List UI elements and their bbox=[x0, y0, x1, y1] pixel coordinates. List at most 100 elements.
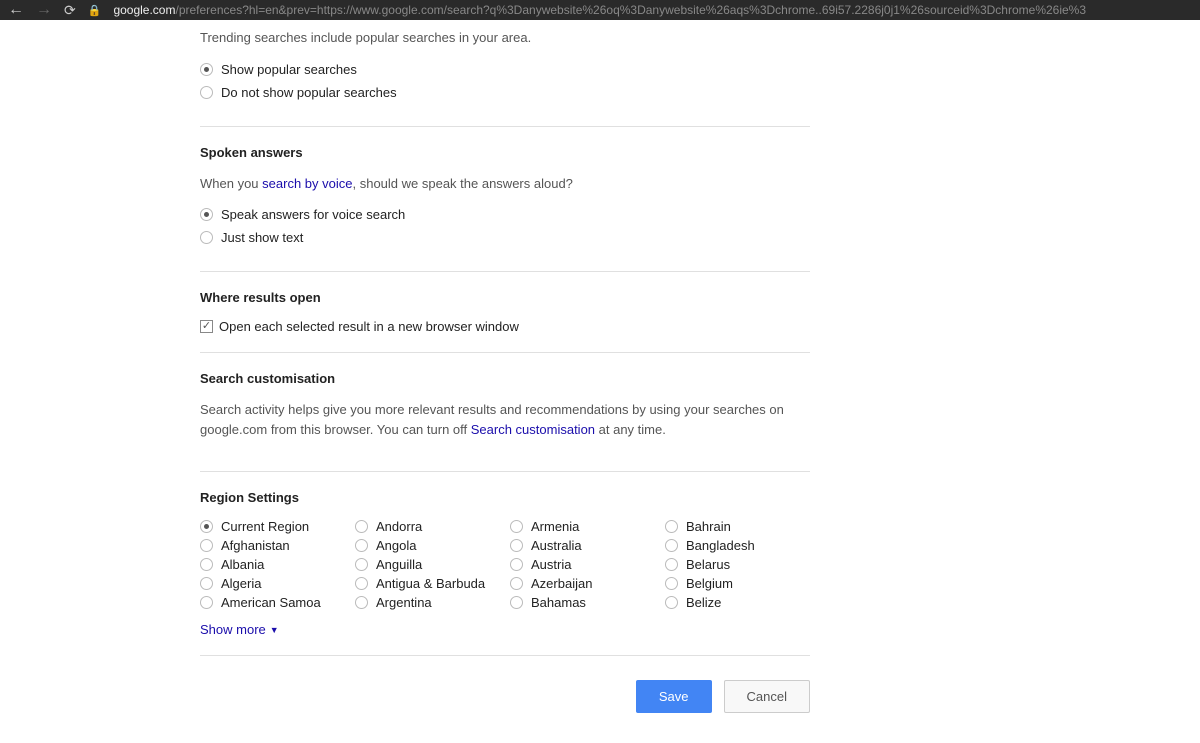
radio-icon[interactable] bbox=[200, 86, 213, 99]
radio-icon[interactable] bbox=[510, 539, 523, 552]
radio-icon[interactable] bbox=[355, 520, 368, 533]
region-row[interactable]: Austria bbox=[510, 557, 655, 572]
region-col: Andorra Angola Anguilla Antigua & Barbuda Ar… bbox=[355, 519, 500, 614]
region-row[interactable]: Australia bbox=[510, 538, 655, 553]
radio-icon[interactable] bbox=[665, 539, 678, 552]
region-row[interactable]: Bangladesh bbox=[665, 538, 810, 553]
radio-icon[interactable] bbox=[200, 577, 213, 590]
region-label: Andorra bbox=[376, 519, 422, 534]
region-row[interactable]: Azerbaijan bbox=[510, 576, 655, 591]
region-row[interactable]: Belarus bbox=[665, 557, 810, 572]
region-label: American Samoa bbox=[221, 595, 321, 610]
region-col: Current Region Afghanistan Albania Algeria A… bbox=[200, 519, 345, 614]
region-row[interactable]: Angola bbox=[355, 538, 500, 553]
radio-icon[interactable] bbox=[200, 63, 213, 76]
region-col: Armenia Australia Austria Azerbaijan Bahamas bbox=[510, 519, 655, 614]
spoken-text-label: Just show text bbox=[221, 230, 303, 245]
region-col: Bahrain Bangladesh Belarus Belgium Belize bbox=[665, 519, 810, 614]
region-row[interactable]: Belize bbox=[665, 595, 810, 610]
button-row: Save Cancel bbox=[200, 680, 810, 713]
divider bbox=[200, 655, 810, 656]
region-row[interactable]: Algeria bbox=[200, 576, 345, 591]
save-button[interactable]: Save bbox=[636, 680, 712, 713]
region-row[interactable]: Albania bbox=[200, 557, 345, 572]
show-more-label: Show more bbox=[200, 622, 266, 637]
search-custom-link[interactable]: Search customisation bbox=[471, 422, 595, 437]
region-row[interactable]: Bahrain bbox=[665, 519, 810, 534]
back-icon[interactable]: ← bbox=[8, 1, 24, 19]
region-row[interactable]: American Samoa bbox=[200, 595, 345, 610]
forward-icon[interactable]: → bbox=[36, 1, 52, 19]
url-domain: google.com bbox=[113, 3, 175, 17]
radio-icon[interactable] bbox=[665, 520, 678, 533]
region-label: Current Region bbox=[221, 519, 309, 534]
trending-desc: Trending searches include popular search… bbox=[200, 28, 810, 48]
search-custom-desc: Search activity helps give you more rele… bbox=[200, 400, 810, 439]
region-row[interactable]: Armenia bbox=[510, 519, 655, 534]
trending-show-row[interactable]: Show popular searches bbox=[200, 62, 810, 77]
cancel-button[interactable]: Cancel bbox=[724, 680, 810, 713]
region-row[interactable]: Anguilla bbox=[355, 557, 500, 572]
where-open-title: Where results open bbox=[200, 290, 810, 305]
preferences-content: Trending searches include popular search… bbox=[200, 20, 810, 743]
radio-icon[interactable] bbox=[200, 558, 213, 571]
region-label: Algeria bbox=[221, 576, 261, 591]
radio-icon[interactable] bbox=[355, 596, 368, 609]
radio-icon[interactable] bbox=[665, 577, 678, 590]
region-label: Bahamas bbox=[531, 595, 586, 610]
radio-icon[interactable] bbox=[200, 208, 213, 221]
radio-icon[interactable] bbox=[665, 558, 678, 571]
checkbox-icon[interactable] bbox=[200, 320, 213, 333]
region-label: Australia bbox=[531, 538, 582, 553]
region-row[interactable]: Argentina bbox=[355, 595, 500, 610]
radio-icon[interactable] bbox=[665, 596, 678, 609]
radio-icon[interactable] bbox=[200, 596, 213, 609]
region-label: Anguilla bbox=[376, 557, 422, 572]
region-label: Bahrain bbox=[686, 519, 731, 534]
spoken-text-row[interactable]: Just show text bbox=[200, 230, 810, 245]
region-row[interactable]: Andorra bbox=[355, 519, 500, 534]
trending-hide-row[interactable]: Do not show popular searches bbox=[200, 85, 810, 100]
search-by-voice-link[interactable]: search by voice bbox=[262, 176, 352, 191]
search-custom-title: Search customisation bbox=[200, 371, 810, 386]
radio-icon[interactable] bbox=[355, 539, 368, 552]
spoken-speak-label: Speak answers for voice search bbox=[221, 207, 405, 222]
caret-down-icon: ▼ bbox=[270, 625, 279, 635]
spoken-title: Spoken answers bbox=[200, 145, 810, 160]
spoken-speak-row[interactable]: Speak answers for voice search bbox=[200, 207, 810, 222]
radio-icon[interactable] bbox=[510, 558, 523, 571]
radio-icon[interactable] bbox=[200, 231, 213, 244]
where-open-check-row[interactable]: Open each selected result in a new brows… bbox=[200, 319, 810, 334]
radio-icon[interactable] bbox=[510, 596, 523, 609]
region-label: Argentina bbox=[376, 595, 432, 610]
radio-icon[interactable] bbox=[510, 520, 523, 533]
url-path: /preferences?hl=en&prev=https://www.goog… bbox=[175, 3, 1086, 17]
radio-icon[interactable] bbox=[355, 558, 368, 571]
reload-icon[interactable]: ⟳ bbox=[64, 2, 76, 19]
region-section: Region Settings Current Region Afghanista… bbox=[200, 490, 810, 637]
where-open-section: Where results open Open each selected re… bbox=[200, 290, 810, 353]
spoken-desc: When you search by voice, should we spea… bbox=[200, 174, 810, 194]
show-more-link[interactable]: Show more ▼ bbox=[200, 622, 279, 637]
region-title: Region Settings bbox=[200, 490, 810, 505]
search-custom-desc-post: at any time. bbox=[595, 422, 666, 437]
lock-icon: 🔒 bbox=[88, 4, 102, 17]
region-row[interactable]: Bahamas bbox=[510, 595, 655, 610]
region-row[interactable]: Afghanistan bbox=[200, 538, 345, 553]
region-label: Bangladesh bbox=[686, 538, 755, 553]
radio-icon[interactable] bbox=[510, 577, 523, 590]
region-label: Afghanistan bbox=[221, 538, 290, 553]
region-label: Belize bbox=[686, 595, 721, 610]
region-row[interactable]: Current Region bbox=[200, 519, 345, 534]
region-label: Belgium bbox=[686, 576, 733, 591]
radio-icon[interactable] bbox=[200, 520, 213, 533]
address-bar[interactable]: google.com/preferences?hl=en&prev=https:… bbox=[113, 3, 1192, 17]
region-row[interactable]: Antigua & Barbuda bbox=[355, 576, 500, 591]
spoken-section: Spoken answers When you search by voice,… bbox=[200, 145, 810, 273]
spoken-desc-post: , should we speak the answers aloud? bbox=[352, 176, 572, 191]
region-label: Antigua & Barbuda bbox=[376, 576, 485, 591]
region-row[interactable]: Belgium bbox=[665, 576, 810, 591]
region-label: Belarus bbox=[686, 557, 730, 572]
radio-icon[interactable] bbox=[355, 577, 368, 590]
radio-icon[interactable] bbox=[200, 539, 213, 552]
